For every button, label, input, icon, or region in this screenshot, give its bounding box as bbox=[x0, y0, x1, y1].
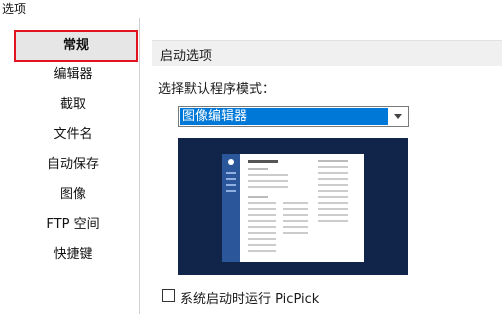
run-at-startup-checkbox[interactable] bbox=[162, 289, 175, 302]
sidebar-item-filename[interactable]: 文件名 bbox=[8, 120, 138, 150]
sidebar-item-image[interactable]: 图像 bbox=[8, 180, 138, 210]
sidebar-item-capture[interactable]: 截取 bbox=[8, 90, 138, 120]
window-title: 选项 bbox=[2, 2, 27, 16]
sidebar: 常规 编辑器 截取 文件名 自动保存 图像 FTP 空间 快捷键 bbox=[8, 28, 138, 314]
mode-preview-image bbox=[178, 138, 408, 275]
default-mode-select[interactable]: 图像编辑器 bbox=[178, 106, 409, 127]
title-bar: 选项 bbox=[0, 0, 502, 18]
general-settings-panel: 启动选项 选择默认程序模式： 图像编辑器 系统启动时运行 PicPick bbox=[140, 18, 502, 314]
default-mode-label: 选择默认程序模式： bbox=[158, 82, 276, 97]
chevron-down-icon[interactable] bbox=[389, 108, 407, 125]
sidebar-item-general[interactable]: 常规 bbox=[14, 30, 138, 62]
section-title: 启动选项 bbox=[160, 49, 213, 64]
sidebar-item-ftp[interactable]: FTP 空间 bbox=[8, 210, 138, 240]
default-mode-value: 图像编辑器 bbox=[180, 108, 388, 125]
editor-preview-thumbnail bbox=[178, 138, 408, 275]
sidebar-item-hotkeys[interactable]: 快捷键 bbox=[8, 240, 138, 270]
sidebar-item-autosave[interactable]: 自动保存 bbox=[8, 150, 138, 180]
run-at-startup-label[interactable]: 系统启动时运行 PicPick bbox=[180, 288, 319, 307]
sidebar-item-editor[interactable]: 编辑器 bbox=[8, 60, 138, 90]
section-header: 启动选项 bbox=[152, 40, 502, 66]
